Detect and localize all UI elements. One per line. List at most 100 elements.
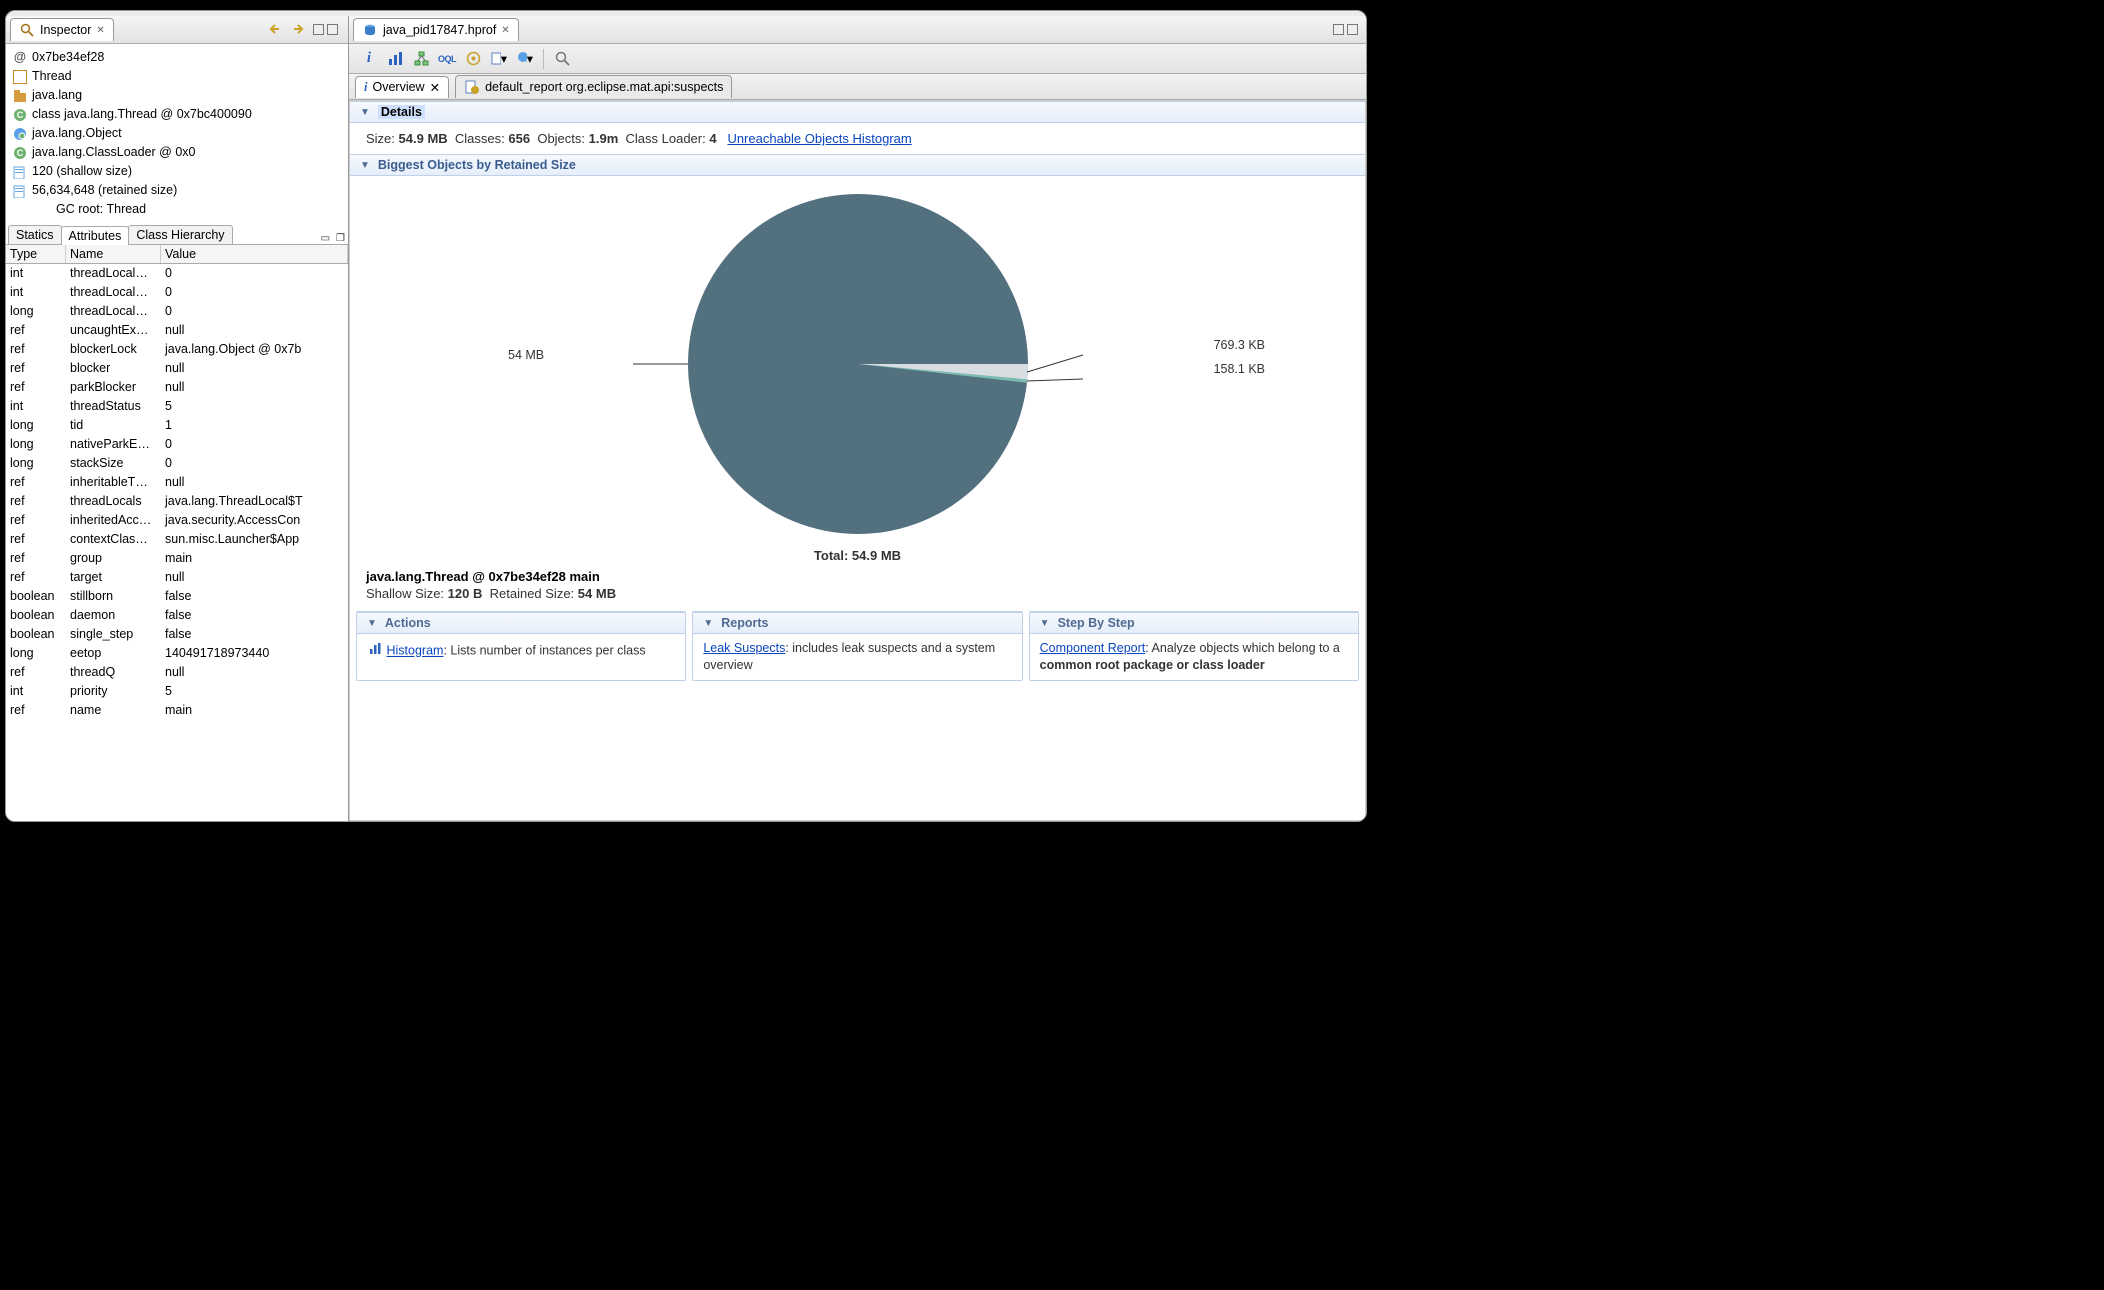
table-row[interactable]: longstackSize0 [6, 454, 348, 473]
histogram-link[interactable]: Histogram [386, 644, 443, 658]
tree-row[interactable]: GC root: Thread [12, 200, 342, 219]
tree-label: java.lang.ClassLoader @ 0x0 [32, 143, 195, 162]
run-report-icon[interactable]: ▾ [491, 51, 507, 67]
table-row[interactable]: intthreadLocal…0 [6, 264, 348, 283]
close-icon[interactable]: ✕ [96, 25, 104, 36]
table-row[interactable]: refnamemain [6, 701, 348, 720]
table-row[interactable]: booleansingle_stepfalse [6, 625, 348, 644]
info-icon[interactable]: i [361, 51, 377, 67]
table-row[interactable]: longtid1 [6, 416, 348, 435]
report-icon [464, 79, 480, 95]
table-row[interactable]: refcontextClas…sun.misc.Launcher$App [6, 530, 348, 549]
attributes-table: Type Name Value intthreadLocal…0intthrea… [6, 245, 348, 821]
details-body: Size: 54.9 MB Classes: 656 Objects: 1.9m… [350, 123, 1365, 154]
histogram-icon[interactable] [387, 51, 403, 67]
table-row[interactable]: booleanstillbornfalse [6, 587, 348, 606]
close-icon[interactable]: ✕ [501, 25, 509, 36]
tree-row[interactable]: 56,634,648 (retained size) [12, 181, 342, 200]
unreachable-link[interactable]: Unreachable Objects Histogram [727, 131, 911, 146]
tree-label: java.lang.Object [32, 124, 122, 143]
section-biggest[interactable]: ▼ Biggest Objects by Retained Size [350, 154, 1365, 176]
pie-label-1: 54 MB [508, 348, 544, 362]
tree-row[interactable]: Cclass java.lang.Thread @ 0x7bc400090 [12, 105, 342, 124]
sync-back-icon[interactable] [267, 22, 283, 38]
inspector-panel: Inspector ✕ @0x7be34ef28Threadjava.langC… [6, 16, 349, 821]
inspector-tab[interactable]: Inspector ✕ [10, 18, 114, 41]
maximize-icon[interactable] [1347, 24, 1358, 35]
editor-tab-label: java_pid17847.hprof [383, 23, 496, 37]
section-details[interactable]: ▼ Details [350, 101, 1365, 123]
size-value: 54.9 MB [399, 131, 448, 146]
minimize-icon[interactable]: ▭ [318, 233, 333, 244]
tree-row[interactable]: java.lang [12, 86, 342, 105]
table-row[interactable]: refparkBlockernull [6, 378, 348, 397]
attr-header-row: Type Name Value [6, 245, 348, 264]
component-report-link[interactable]: Component Report [1040, 641, 1146, 655]
table-row[interactable]: longthreadLocal…0 [6, 302, 348, 321]
overview-tab-label: Overview [372, 80, 424, 94]
col-value[interactable]: Value [161, 245, 348, 263]
obj-icon [12, 126, 28, 142]
tree-row[interactable]: 120 (shallow size) [12, 162, 342, 181]
actions-section: ▼Actions Histogram: Lists number of inst… [356, 611, 686, 681]
maximize-icon[interactable] [327, 24, 338, 35]
minimize-icon[interactable] [313, 24, 324, 35]
table-row[interactable]: refinheritedAcc…java.security.AccessCon [6, 511, 348, 530]
report-tab[interactable]: default_report org.eclipse.mat.api:suspe… [455, 75, 732, 98]
table-row[interactable]: refuncaughtEx…null [6, 321, 348, 340]
section-title: Details [378, 105, 425, 119]
find-icon[interactable] [554, 51, 570, 67]
app-window: Inspector ✕ @0x7be34ef28Threadjava.langC… [5, 10, 1367, 822]
loader-value: 4 [709, 131, 716, 146]
query-browser-icon[interactable]: ▾ [517, 51, 533, 67]
leak-suspects-link[interactable]: Leak Suspects [703, 641, 785, 655]
table-row[interactable]: intpriority5 [6, 682, 348, 701]
thread-overview-icon[interactable] [465, 51, 481, 67]
table-row[interactable]: booleandaemonfalse [6, 606, 348, 625]
oql-icon[interactable]: OQL [439, 51, 455, 67]
sync-fwd-icon[interactable] [290, 22, 306, 38]
report-tab-label: default_report org.eclipse.mat.api:suspe… [485, 80, 723, 94]
tree-row[interactable]: java.lang.Object [12, 124, 342, 143]
table-row[interactable]: refinheritableT…null [6, 473, 348, 492]
close-icon[interactable]: ✕ [430, 80, 440, 95]
inspector-subtabs: Statics Attributes Class Hierarchy ▭ ❐ [6, 223, 348, 245]
tree-row[interactable]: @0x7be34ef28 [12, 48, 342, 67]
tree-row[interactable]: Thread [12, 67, 342, 86]
collapse-icon[interactable]: ▼ [360, 107, 370, 118]
objects-label: Objects: [537, 131, 585, 146]
table-row[interactable]: reftargetnull [6, 568, 348, 587]
tree-label: class java.lang.Thread @ 0x7bc400090 [32, 105, 252, 124]
tree-row[interactable]: Cjava.lang.ClassLoader @ 0x0 [12, 143, 342, 162]
table-row[interactable]: refgroupmain [6, 549, 348, 568]
class-icon: C [12, 107, 28, 123]
table-row[interactable]: intthreadLocal…0 [6, 283, 348, 302]
selected-object-heading: java.lang.Thread @ 0x7be34ef28 main [366, 569, 1349, 584]
pie-total: Total: 54.9 MB [350, 548, 1365, 563]
table-row[interactable]: longnativeParkE…0 [6, 435, 348, 454]
steps-title: Step By Step [1058, 616, 1135, 630]
col-name[interactable]: Name [66, 245, 161, 263]
collapse-icon[interactable]: ▼ [360, 160, 370, 171]
inspector-tree: @0x7be34ef28Threadjava.langCclass java.l… [6, 44, 348, 223]
subtab-attributes[interactable]: Attributes [61, 226, 130, 245]
loader-label: Class Loader: [626, 131, 706, 146]
table-row[interactable]: longeetop140491718973440 [6, 644, 348, 663]
minimize-icon[interactable] [1333, 24, 1344, 35]
subtab-statics[interactable]: Statics [8, 225, 62, 244]
objects-value: 1.9m [589, 131, 619, 146]
size-label: Size: [366, 131, 395, 146]
table-row[interactable]: refthreadQnull [6, 663, 348, 682]
overview-tab[interactable]: i Overview ✕ [355, 76, 449, 98]
table-row[interactable]: refthreadLocalsjava.lang.ThreadLocal$T [6, 492, 348, 511]
dominator-tree-icon[interactable] [413, 51, 429, 67]
classes-label: Classes: [455, 131, 505, 146]
col-type[interactable]: Type [6, 245, 66, 263]
table-row[interactable]: refblockerLockjava.lang.Object @ 0x7b [6, 340, 348, 359]
restore-icon[interactable]: ❐ [333, 233, 348, 244]
table-row[interactable]: intthreadStatus5 [6, 397, 348, 416]
pie-chart: 54 MB 769.3 KB 158.1 KB [350, 176, 1365, 548]
subtab-classhierarchy[interactable]: Class Hierarchy [128, 225, 232, 244]
table-row[interactable]: refblockernull [6, 359, 348, 378]
editor-tab[interactable]: java_pid17847.hprof ✕ [353, 18, 519, 41]
